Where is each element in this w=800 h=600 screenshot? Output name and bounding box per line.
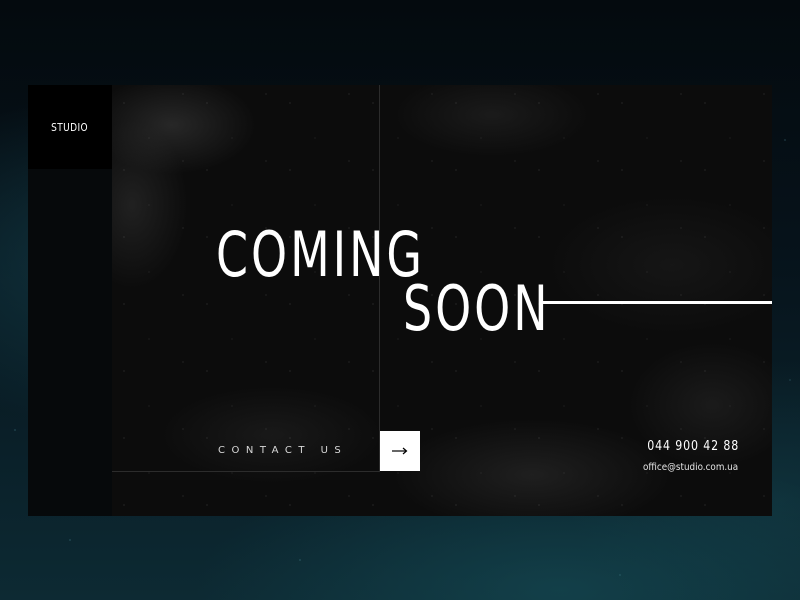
email-address[interactable]: office@studio.com.ua	[643, 462, 738, 473]
headline-coming: COMING	[216, 218, 425, 291]
sidebar: STUDIO	[28, 85, 112, 516]
hero-panel: COMING SOON CONTACT US 044 900 42 88 off…	[112, 85, 772, 516]
arrow-right-icon	[392, 447, 408, 455]
headline-soon: SOON	[403, 272, 551, 345]
landing-frame: STUDIO COMING SOON CONTACT US 044 900 42…	[28, 85, 772, 516]
phone-number[interactable]: 044 900 42 88	[647, 439, 739, 454]
headline-rule	[540, 301, 772, 304]
contact-us-link[interactable]: CONTACT US	[218, 445, 347, 456]
logo-text: STUDIO	[51, 120, 89, 134]
logo[interactable]: STUDIO	[28, 85, 112, 169]
contact-arrow-button[interactable]	[380, 431, 420, 471]
